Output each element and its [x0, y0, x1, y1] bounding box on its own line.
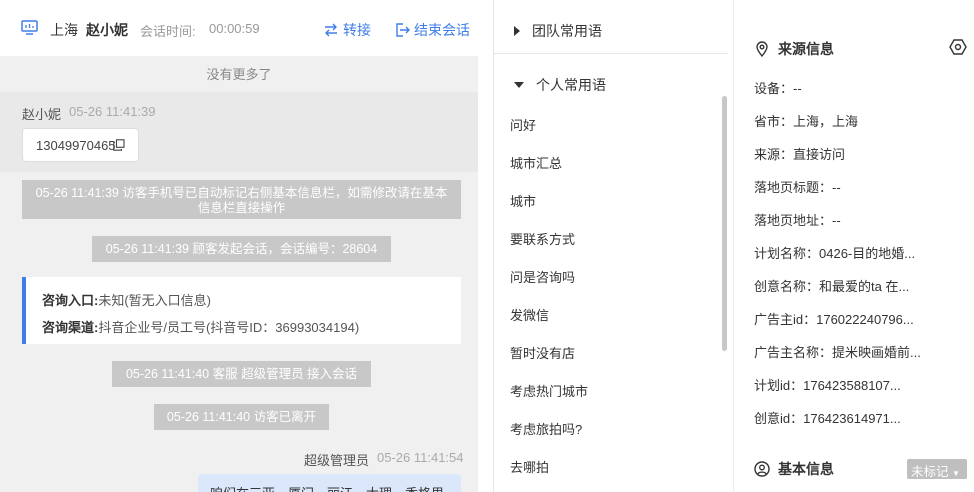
info-plan-id: 计划id：176423588107... [754, 378, 901, 393]
visitor-city: 上海 [50, 22, 78, 38]
end-session-button[interactable]: 结束会话 [394, 20, 470, 40]
phrase-item[interactable]: 要联系方式 [510, 229, 575, 248]
system-message: 05-26 11:41:39 访客手机号已自动标记右侧基本信息栏，如需修改请在基… [22, 180, 461, 219]
monitor-icon [21, 20, 38, 35]
quick-phrases-panel: 团队常用语 个人常用语 问好 城市汇总 城市 要联系方式 问是咨询吗 发微信 暂… [493, 0, 732, 492]
logout-icon [396, 23, 410, 37]
info-creative-id: 创意id：176423614971... [754, 411, 901, 426]
mark-status-dropdown[interactable]: 未标记 ▼ [907, 459, 967, 479]
info-device: 设备：-- [754, 81, 802, 96]
chat-panel: 上海 赵小妮 会话时间: 00:00:59 转接 结束会话 没有更多了 赵小妮 … [0, 0, 478, 492]
consult-channel-value: 抖音企业号/员工号(抖音号ID：36993034194) [98, 320, 360, 335]
phrase-item[interactable]: 问是咨询吗 [510, 267, 575, 286]
source-info-title: 来源信息 [778, 41, 834, 57]
message-time: 05-26 11:41:39 [69, 104, 156, 119]
phrase-item[interactable]: 城市 [510, 191, 536, 210]
basic-info-header: 基本信息 [754, 459, 834, 479]
dropdown-arrow-icon: ▼ [952, 469, 960, 478]
location-pin-icon [756, 41, 768, 57]
session-time-label: 会话时间: [140, 24, 196, 39]
system-message: 05-26 11:41:40 客服 超级管理员 接入会话 [112, 361, 371, 387]
phone-message-bubble: 13049970465 [22, 128, 139, 162]
consult-channel-label: 咨询渠道: [42, 320, 99, 335]
copy-icon[interactable] [113, 139, 125, 151]
consult-info-card: 咨询入口:未知(暂无入口信息) 咨询渠道:抖音企业号/员工号(抖音号ID：369… [22, 277, 461, 344]
team-phrases-group[interactable]: 团队常用语 [494, 8, 728, 54]
message-sender: 赵小妮 [22, 107, 62, 122]
no-more-messages[interactable]: 没有更多了 [0, 64, 478, 83]
phrases-scrollbar[interactable] [722, 96, 727, 351]
info-advertiser-name: 广告主名称：提米映画婚前... [754, 345, 921, 360]
settings-hex-icon[interactable] [949, 38, 967, 56]
agent-message-bubble: 咱们在三亚、厦门、丽江、大理、香格里 [198, 474, 461, 492]
phrase-item[interactable]: 暂时没有店 [510, 343, 575, 362]
phrase-item[interactable]: 去哪拍 [510, 457, 549, 476]
message-sender: 超级管理员 [304, 453, 370, 468]
message-time: 05-26 11:41:54 [377, 450, 464, 465]
info-creative-name: 创意名称：和最爱的ta 在... [754, 279, 910, 294]
consult-entry-value: 未知(暂无入口信息) [98, 293, 212, 308]
phrase-item[interactable]: 问好 [510, 115, 536, 134]
session-time-value: 00:00:59 [209, 21, 260, 36]
phrase-item[interactable]: 考虑旅拍吗? [510, 419, 582, 438]
consult-entry: 咨询入口:未知(暂无入口信息) [42, 290, 211, 309]
source-info-header: 来源信息 [754, 39, 834, 59]
visitor-info-panel: 来源信息 设备：-- 省市：上海，上海 来源：直接访问 落地页标题：-- 落地页… [733, 0, 974, 492]
basic-info-title: 基本信息 [778, 461, 834, 477]
consult-entry-label: 咨询入口: [42, 293, 99, 308]
system-message: 05-26 11:41:39 顾客发起会话，会话编号：28604 [92, 236, 391, 262]
info-landing-title: 落地页标题：-- [754, 180, 841, 195]
team-phrases-label: 团队常用语 [532, 22, 602, 39]
user-circle-icon [754, 461, 770, 477]
personal-phrases-label: 个人常用语 [536, 77, 606, 93]
phrase-item[interactable]: 考虑热门城市 [510, 381, 588, 400]
phrase-item[interactable]: 发微信 [510, 305, 549, 324]
transfer-icon [325, 23, 337, 37]
transfer-button[interactable]: 转接 [323, 20, 371, 40]
system-message: 05-26 11:41:40 访客已离开 [154, 404, 329, 430]
caret-down-icon [514, 82, 524, 88]
phrase-item[interactable]: 城市汇总 [510, 153, 562, 172]
mark-status-label: 未标记 [911, 465, 949, 479]
chat-header: 上海 赵小妮 会话时间: 00:00:59 转接 结束会话 [0, 0, 478, 56]
end-session-label: 结束会话 [414, 22, 470, 38]
info-plan-name: 计划名称：0426-目的地婚... [754, 246, 916, 261]
info-province-city: 省市：上海，上海 [754, 114, 859, 129]
transfer-label: 转接 [343, 22, 371, 38]
info-advertiser-id: 广告主id：176022240796... [754, 312, 914, 327]
caret-right-icon [514, 25, 520, 36]
personal-phrases-group[interactable]: 个人常用语 [494, 62, 728, 108]
visitor-name: 赵小妮 [86, 22, 128, 38]
info-landing-url: 落地页地址：-- [754, 213, 841, 228]
phone-number: 13049970465 [36, 138, 116, 153]
info-source: 来源：直接访问 [754, 147, 846, 162]
consult-channel: 咨询渠道:抖音企业号/员工号(抖音号ID：36993034194) [42, 317, 359, 336]
